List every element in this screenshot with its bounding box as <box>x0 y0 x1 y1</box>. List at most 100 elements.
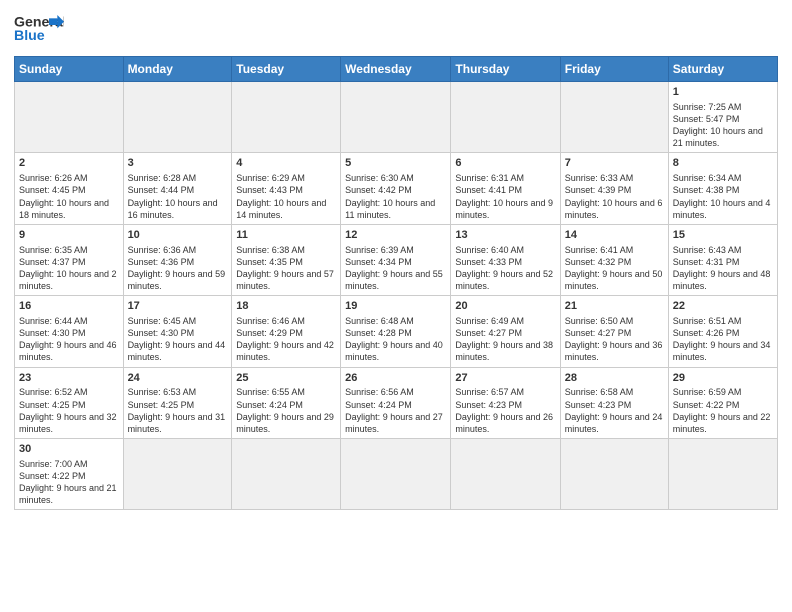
day-info: Sunrise: 6:26 AM Sunset: 4:45 PM Dayligh… <box>19 172 119 221</box>
svg-text:Blue: Blue <box>14 28 45 44</box>
calendar-day-cell <box>668 439 777 510</box>
day-number: 21 <box>565 299 664 314</box>
calendar-day-cell <box>123 439 232 510</box>
day-info: Sunrise: 6:57 AM Sunset: 4:23 PM Dayligh… <box>455 386 555 435</box>
logo: General Blue <box>14 10 64 50</box>
day-info: Sunrise: 6:49 AM Sunset: 4:27 PM Dayligh… <box>455 315 555 364</box>
day-number: 20 <box>455 299 555 314</box>
day-number: 28 <box>565 371 664 386</box>
calendar-day-cell: 20Sunrise: 6:49 AM Sunset: 4:27 PM Dayli… <box>451 296 560 367</box>
calendar-day-cell: 5Sunrise: 6:30 AM Sunset: 4:42 PM Daylig… <box>341 153 451 224</box>
calendar-day-cell: 1Sunrise: 7:25 AM Sunset: 5:47 PM Daylig… <box>668 82 777 153</box>
calendar-day-cell <box>232 439 341 510</box>
weekday-header: Monday <box>123 57 232 82</box>
day-info: Sunrise: 6:30 AM Sunset: 4:42 PM Dayligh… <box>345 172 446 221</box>
calendar-day-cell <box>560 82 668 153</box>
logo-svg: General Blue <box>14 10 64 50</box>
day-info: Sunrise: 6:28 AM Sunset: 4:44 PM Dayligh… <box>128 172 228 221</box>
day-info: Sunrise: 6:41 AM Sunset: 4:32 PM Dayligh… <box>565 244 664 293</box>
day-info: Sunrise: 6:34 AM Sunset: 4:38 PM Dayligh… <box>673 172 773 221</box>
day-number: 29 <box>673 371 773 386</box>
day-info: Sunrise: 6:46 AM Sunset: 4:29 PM Dayligh… <box>236 315 336 364</box>
day-number: 24 <box>128 371 228 386</box>
calendar-day-cell: 6Sunrise: 6:31 AM Sunset: 4:41 PM Daylig… <box>451 153 560 224</box>
calendar-day-cell <box>451 82 560 153</box>
calendar-week-row: 16Sunrise: 6:44 AM Sunset: 4:30 PM Dayli… <box>15 296 778 367</box>
day-number: 5 <box>345 156 446 171</box>
day-number: 8 <box>673 156 773 171</box>
calendar-day-cell: 9Sunrise: 6:35 AM Sunset: 4:37 PM Daylig… <box>15 224 124 295</box>
day-number: 15 <box>673 228 773 243</box>
weekday-header: Thursday <box>451 57 560 82</box>
calendar-day-cell: 26Sunrise: 6:56 AM Sunset: 4:24 PM Dayli… <box>341 367 451 438</box>
day-number: 6 <box>455 156 555 171</box>
calendar-day-cell: 25Sunrise: 6:55 AM Sunset: 4:24 PM Dayli… <box>232 367 341 438</box>
calendar-table: SundayMondayTuesdayWednesdayThursdayFrid… <box>14 56 778 510</box>
day-number: 10 <box>128 228 228 243</box>
calendar-day-cell <box>15 82 124 153</box>
weekday-header: Saturday <box>668 57 777 82</box>
calendar-day-cell: 17Sunrise: 6:45 AM Sunset: 4:30 PM Dayli… <box>123 296 232 367</box>
calendar-day-cell: 24Sunrise: 6:53 AM Sunset: 4:25 PM Dayli… <box>123 367 232 438</box>
day-number: 18 <box>236 299 336 314</box>
weekday-header: Friday <box>560 57 668 82</box>
day-number: 30 <box>19 442 119 457</box>
calendar-day-cell <box>451 439 560 510</box>
day-number: 3 <box>128 156 228 171</box>
day-info: Sunrise: 6:48 AM Sunset: 4:28 PM Dayligh… <box>345 315 446 364</box>
day-info: Sunrise: 6:39 AM Sunset: 4:34 PM Dayligh… <box>345 244 446 293</box>
calendar-day-cell: 15Sunrise: 6:43 AM Sunset: 4:31 PM Dayli… <box>668 224 777 295</box>
day-info: Sunrise: 6:56 AM Sunset: 4:24 PM Dayligh… <box>345 386 446 435</box>
calendar-day-cell: 4Sunrise: 6:29 AM Sunset: 4:43 PM Daylig… <box>232 153 341 224</box>
calendar-day-cell: 16Sunrise: 6:44 AM Sunset: 4:30 PM Dayli… <box>15 296 124 367</box>
calendar-day-cell: 27Sunrise: 6:57 AM Sunset: 4:23 PM Dayli… <box>451 367 560 438</box>
calendar-day-cell: 10Sunrise: 6:36 AM Sunset: 4:36 PM Dayli… <box>123 224 232 295</box>
weekday-header: Wednesday <box>341 57 451 82</box>
calendar-week-row: 23Sunrise: 6:52 AM Sunset: 4:25 PM Dayli… <box>15 367 778 438</box>
day-number: 7 <box>565 156 664 171</box>
calendar-week-row: 2Sunrise: 6:26 AM Sunset: 4:45 PM Daylig… <box>15 153 778 224</box>
calendar-day-cell: 22Sunrise: 6:51 AM Sunset: 4:26 PM Dayli… <box>668 296 777 367</box>
day-number: 1 <box>673 85 773 100</box>
day-info: Sunrise: 6:51 AM Sunset: 4:26 PM Dayligh… <box>673 315 773 364</box>
calendar-day-cell: 19Sunrise: 6:48 AM Sunset: 4:28 PM Dayli… <box>341 296 451 367</box>
calendar-day-cell <box>341 82 451 153</box>
day-info: Sunrise: 6:45 AM Sunset: 4:30 PM Dayligh… <box>128 315 228 364</box>
day-info: Sunrise: 6:59 AM Sunset: 4:22 PM Dayligh… <box>673 386 773 435</box>
calendar-day-cell: 28Sunrise: 6:58 AM Sunset: 4:23 PM Dayli… <box>560 367 668 438</box>
day-info: Sunrise: 6:44 AM Sunset: 4:30 PM Dayligh… <box>19 315 119 364</box>
day-number: 14 <box>565 228 664 243</box>
day-number: 4 <box>236 156 336 171</box>
day-info: Sunrise: 6:33 AM Sunset: 4:39 PM Dayligh… <box>565 172 664 221</box>
day-number: 19 <box>345 299 446 314</box>
day-info: Sunrise: 6:36 AM Sunset: 4:36 PM Dayligh… <box>128 244 228 293</box>
day-number: 26 <box>345 371 446 386</box>
calendar-day-cell: 11Sunrise: 6:38 AM Sunset: 4:35 PM Dayli… <box>232 224 341 295</box>
calendar-day-cell: 23Sunrise: 6:52 AM Sunset: 4:25 PM Dayli… <box>15 367 124 438</box>
day-number: 11 <box>236 228 336 243</box>
day-number: 16 <box>19 299 119 314</box>
day-info: Sunrise: 7:00 AM Sunset: 4:22 PM Dayligh… <box>19 458 119 507</box>
day-info: Sunrise: 7:25 AM Sunset: 5:47 PM Dayligh… <box>673 101 773 150</box>
day-info: Sunrise: 6:52 AM Sunset: 4:25 PM Dayligh… <box>19 386 119 435</box>
day-number: 2 <box>19 156 119 171</box>
calendar-day-cell: 7Sunrise: 6:33 AM Sunset: 4:39 PM Daylig… <box>560 153 668 224</box>
calendar-day-cell: 14Sunrise: 6:41 AM Sunset: 4:32 PM Dayli… <box>560 224 668 295</box>
day-info: Sunrise: 6:50 AM Sunset: 4:27 PM Dayligh… <box>565 315 664 364</box>
calendar-day-cell: 29Sunrise: 6:59 AM Sunset: 4:22 PM Dayli… <box>668 367 777 438</box>
calendar-day-cell: 21Sunrise: 6:50 AM Sunset: 4:27 PM Dayli… <box>560 296 668 367</box>
calendar-week-row: 9Sunrise: 6:35 AM Sunset: 4:37 PM Daylig… <box>15 224 778 295</box>
calendar-day-cell: 8Sunrise: 6:34 AM Sunset: 4:38 PM Daylig… <box>668 153 777 224</box>
day-info: Sunrise: 6:55 AM Sunset: 4:24 PM Dayligh… <box>236 386 336 435</box>
calendar-day-cell: 18Sunrise: 6:46 AM Sunset: 4:29 PM Dayli… <box>232 296 341 367</box>
day-number: 12 <box>345 228 446 243</box>
calendar-day-cell: 3Sunrise: 6:28 AM Sunset: 4:44 PM Daylig… <box>123 153 232 224</box>
page: General Blue SundayMondayTuesdayWednesda… <box>0 0 792 612</box>
weekday-header: Tuesday <box>232 57 341 82</box>
day-info: Sunrise: 6:29 AM Sunset: 4:43 PM Dayligh… <box>236 172 336 221</box>
day-info: Sunrise: 6:53 AM Sunset: 4:25 PM Dayligh… <box>128 386 228 435</box>
weekday-header: Sunday <box>15 57 124 82</box>
calendar-day-cell <box>123 82 232 153</box>
day-info: Sunrise: 6:31 AM Sunset: 4:41 PM Dayligh… <box>455 172 555 221</box>
day-info: Sunrise: 6:38 AM Sunset: 4:35 PM Dayligh… <box>236 244 336 293</box>
